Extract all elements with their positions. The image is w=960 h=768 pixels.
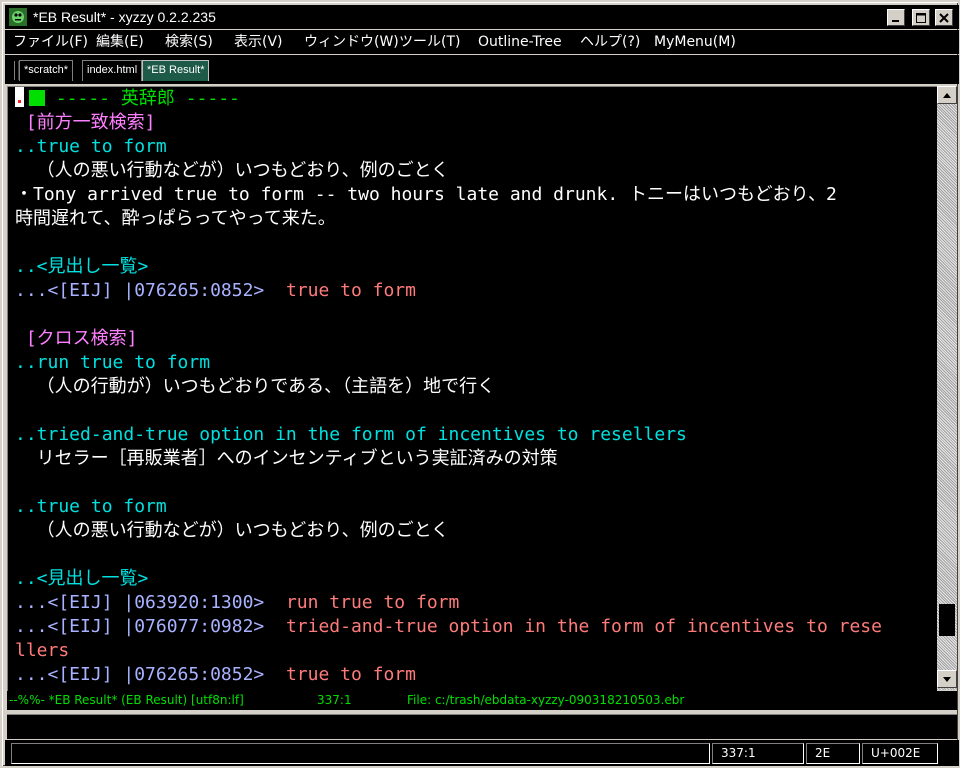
status-cursor-position: 337:1: [712, 743, 804, 764]
close-icon: [939, 12, 949, 23]
editor-line[interactable]: ..tried-and-true option in the form of i…: [15, 423, 687, 447]
scrollbar-thumb[interactable]: [939, 604, 955, 636]
entry-headword: ..run true to form: [15, 352, 211, 373]
maximize-icon: [916, 12, 926, 23]
tab-index-html[interactable]: index.html: [82, 60, 143, 81]
entry-headword: ..<見出し一覧>: [15, 256, 149, 277]
editor-text-area[interactable]: ----- 英辞郎 ----- [前方一致検索] ..true to form （…: [7, 86, 937, 691]
menu-mymenu[interactable]: MyMenu(M): [654, 34, 736, 50]
status-bar: 337:1 2E U+002E: [5, 740, 959, 766]
buffer-tab-bar: *scratch* index.html *EB Result*: [5, 55, 959, 84]
entry-link[interactable]: true to form: [286, 280, 416, 301]
mode-line-status: --%%- *EB Result* (EB Result) [utf8n:lf]: [9, 693, 244, 707]
editor-line[interactable]: ...<[EIJ] |076265:0852> true to form: [15, 279, 416, 303]
status-message-area: [11, 743, 710, 764]
entry-link[interactable]: tried-and-true option in the form of inc…: [286, 616, 882, 637]
mode-line-position: 337:1: [317, 693, 352, 707]
menu-tools[interactable]: ツール(T): [399, 34, 460, 50]
section-heading: [前方一致検索]: [15, 112, 156, 133]
editor-line[interactable]: ...<[EIJ] |076077:0982> tried-and-true o…: [15, 615, 882, 639]
dictionary-heading: ----- 英辞郎 -----: [45, 88, 240, 109]
entry-reference[interactable]: ...<[EIJ] |063920:1300>: [15, 592, 264, 613]
entry-text: （人の行動が）いつもどおりである、（主語を）地で行く: [15, 376, 496, 397]
editor-line[interactable]: （人の行動が）いつもどおりである、（主語を）地で行く: [15, 375, 495, 399]
editor-line[interactable]: （人の悪い行動などが）いつもどおり、例のごとく: [15, 519, 449, 543]
mode-line: --%%- *EB Result* (EB Result) [utf8n:lf]…: [7, 691, 957, 710]
heading-marker: [29, 90, 45, 106]
tab-scratch[interactable]: *scratch*: [19, 60, 74, 81]
editor-line[interactable]: llers: [15, 639, 69, 663]
editor-line[interactable]: ----- 英辞郎 -----: [15, 87, 240, 111]
entry-headword: ..true to form: [15, 496, 167, 517]
menu-search[interactable]: 検索(S): [165, 34, 213, 50]
entry-link[interactable]: true to form: [286, 664, 416, 685]
section-heading: [クロス検索]: [15, 328, 138, 349]
scroll-up-button[interactable]: [937, 86, 957, 104]
editor-line[interactable]: ..<見出し一覧>: [15, 255, 148, 279]
menu-help[interactable]: ヘルプ(?): [580, 34, 640, 50]
scroll-down-button[interactable]: [937, 670, 957, 688]
vertical-scrollbar[interactable]: [937, 86, 957, 690]
arrow-up-icon: [943, 92, 951, 98]
mode-line-file: File: c:/trash/ebdata-xyzzy-090318210503…: [407, 693, 685, 707]
editor-line[interactable]: [前方一致検索]: [15, 111, 156, 135]
menu-file[interactable]: ファイル(F): [13, 34, 88, 50]
menu-edit[interactable]: 編集(E): [96, 34, 144, 50]
editor-line[interactable]: リセラー［再販業者］へのインセンティブという実証済みの対策: [15, 447, 558, 471]
editor-line[interactable]: ...<[EIJ] |063920:1300> run true to form: [15, 591, 459, 615]
entry-text: （人の悪い行動などが）いつもどおり、例のごとく: [15, 160, 450, 181]
xyzzy-app-icon[interactable]: [9, 8, 27, 26]
entry-reference[interactable]: ...<[EIJ] |076265:0852>: [15, 664, 264, 685]
entry-text: 時間遅れて、酔っぱらってやって来た。: [15, 208, 336, 229]
editor-line[interactable]: （人の悪い行動などが）いつもどおり、例のごとく: [15, 159, 449, 183]
entry-text: llers: [15, 640, 70, 661]
tab-eb-result[interactable]: *EB Result*: [142, 60, 210, 81]
minimize-icon: [892, 19, 899, 22]
arrow-down-icon: [943, 676, 951, 682]
editor-line[interactable]: 時間遅れて、酔っぱらってやって来た。: [15, 207, 336, 231]
entry-text: ・Tony arrived true to form -- two hours …: [15, 184, 837, 205]
editor-line[interactable]: ・Tony arrived true to form -- two hours …: [15, 183, 837, 207]
menu-outline-tree[interactable]: Outline-Tree: [478, 34, 562, 50]
entry-text: リセラー［再販業者］へのインセンティブという実証済みの対策: [15, 448, 558, 469]
title-bar[interactable]: *EB Result* - xyzzy 0.2.2.235: [5, 5, 959, 29]
entry-headword: ..true to form: [15, 136, 167, 157]
menu-bar: ファイル(F) 編集(E) 検索(S) 表示(V) ウィンドウ(W) ツール(T…: [5, 30, 959, 54]
window-title: *EB Result* - xyzzy 0.2.2.235: [33, 9, 216, 25]
entry-link[interactable]: run true to form: [286, 592, 459, 613]
application-window: *EB Result* - xyzzy 0.2.2.235 ファイル(F) 編集…: [0, 0, 960, 768]
text-cursor: [15, 87, 24, 107]
entry-reference[interactable]: ...<[EIJ] |076077:0982>: [15, 616, 264, 637]
entry-headword: ..tried-and-true option in the form of i…: [15, 424, 687, 445]
maximize-button[interactable]: [912, 9, 930, 26]
entry-text: （人の悪い行動などが）いつもどおり、例のごとく: [15, 520, 450, 541]
minibuffer-text: [7, 718, 11, 734]
menu-window[interactable]: ウィンドウ(W): [304, 34, 399, 50]
close-button[interactable]: [935, 9, 953, 26]
editor-line[interactable]: ..run true to form: [15, 351, 210, 375]
entry-headword: ..<見出し一覧>: [15, 568, 149, 589]
editor-line[interactable]: ...<[EIJ] |076265:0852> true to form: [15, 663, 416, 687]
editor-line[interactable]: ..true to form: [15, 135, 167, 159]
entry-reference[interactable]: ...<[EIJ] |076265:0852>: [15, 280, 264, 301]
status-char-hex: 2E: [806, 743, 860, 764]
status-codepoint: U+002E: [862, 743, 938, 764]
editor-line[interactable]: ..true to form: [15, 495, 167, 519]
editor-line[interactable]: [クロス検索]: [15, 327, 138, 351]
menu-view[interactable]: 表示(V): [234, 34, 283, 50]
minimize-button[interactable]: [887, 9, 905, 26]
minibuffer[interactable]: [7, 714, 957, 739]
editor-line[interactable]: ..<見出し一覧>: [15, 567, 148, 591]
